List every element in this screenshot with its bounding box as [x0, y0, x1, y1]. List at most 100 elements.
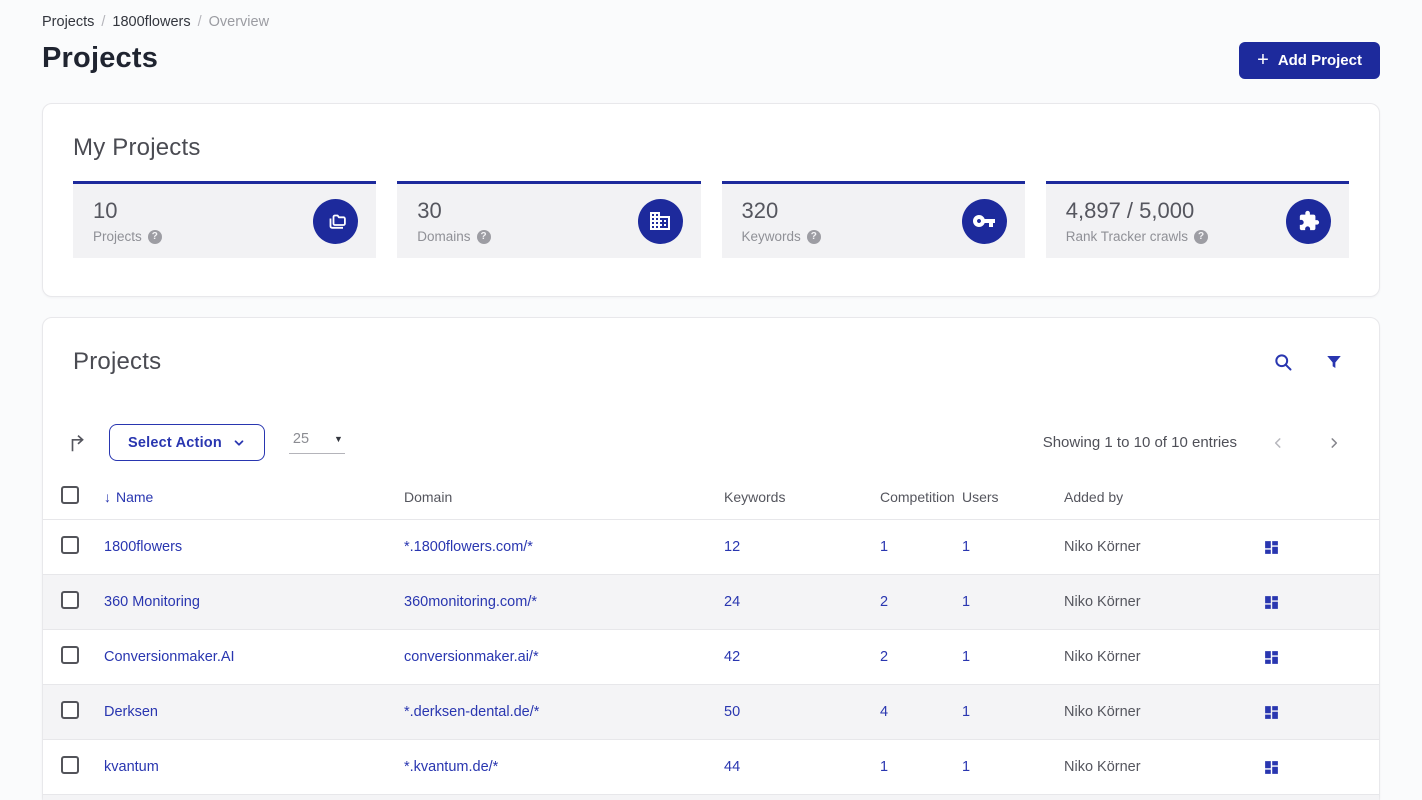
dashboard-icon[interactable] [1263, 759, 1280, 776]
page-title: Projects [42, 42, 159, 74]
stat-value: 320 [741, 198, 779, 223]
breadcrumb-overview: Overview [208, 14, 270, 30]
checkbox-cell [43, 536, 104, 558]
stat-text: 30 Domains ? [417, 198, 491, 244]
dashboard-icon[interactable] [1263, 704, 1280, 721]
stat-value: 30 [417, 198, 442, 223]
added-by-text: Niko Körner [1064, 759, 1141, 775]
stat-value: 4,897 / 5,000 [1065, 198, 1195, 223]
breadcrumb: Projects / 1800flowers / Overview [42, 0, 1380, 30]
page-header: Projects + Add Project [42, 42, 1380, 79]
added-by-text: Niko Körner [1064, 539, 1141, 555]
keywords-count-link[interactable]: 12 [724, 539, 740, 555]
stat-label-text: Rank Tracker crawls [1065, 229, 1189, 244]
column-header-added-by[interactable]: Added by [1064, 489, 1263, 505]
added-by-text: Niko Körner [1064, 649, 1141, 665]
users-count-link[interactable]: 1 [962, 539, 970, 555]
search-icon[interactable] [1273, 352, 1293, 372]
page: Projects / 1800flowers / Overview Projec… [0, 0, 1422, 800]
puzzle-icon [1286, 198, 1331, 244]
competition-count-link[interactable]: 2 [880, 594, 888, 610]
row-checkbox[interactable] [61, 591, 79, 609]
help-icon[interactable]: ? [476, 229, 491, 244]
filter-icon[interactable] [1325, 353, 1343, 371]
page-size-value: 25 [292, 431, 310, 447]
row-checkbox[interactable] [61, 536, 79, 554]
checkbox-cell [43, 756, 104, 778]
competition-count-link[interactable]: 1 [880, 759, 888, 775]
stat-rank-tracker-crawls: 4,897 / 5,000 Rank Tracker crawls ? [1045, 181, 1349, 258]
plus-icon: + [1257, 48, 1269, 71]
table-row: 1800flowers *.1800flowers.com/* 12 1 1 N… [43, 519, 1379, 574]
export-arrow-icon[interactable] [67, 432, 89, 454]
keywords-count-link[interactable]: 42 [724, 649, 740, 665]
stat-label-text: Projects [93, 229, 142, 244]
users-count-link[interactable]: 1 [962, 594, 970, 610]
keywords-count-link[interactable]: 44 [724, 759, 740, 775]
column-header-competition[interactable]: Competition [880, 489, 962, 505]
project-domain-link[interactable]: *.1800flowers.com/* [404, 539, 533, 555]
competition-count-link[interactable]: 4 [880, 704, 888, 720]
added-by-text: Niko Körner [1064, 704, 1141, 720]
projects-panel-title: Projects [73, 348, 162, 375]
row-checkbox[interactable] [61, 646, 79, 664]
add-project-button[interactable]: + Add Project [1239, 42, 1380, 79]
page-size-select[interactable]: 25 ▼ [288, 431, 345, 454]
dashboard-icon[interactable] [1263, 539, 1280, 556]
stat-domains: 30 Domains ? [397, 181, 701, 258]
stat-label: Domains ? [417, 229, 491, 244]
projects-panel-header: Projects [43, 348, 1379, 376]
table-controls: Select Action 25 ▼ Showing 1 to 10 of 10… [43, 424, 1379, 461]
sort-desc-icon: ↓ [104, 488, 111, 505]
project-domain-link[interactable]: *.kvantum.de/* [404, 759, 498, 775]
stat-keywords: 320 Keywords ? [721, 181, 1025, 258]
project-name-link[interactable]: Conversionmaker.AI [104, 649, 235, 665]
project-name-link[interactable]: 1800flowers [104, 539, 182, 555]
stat-label: Projects ? [93, 229, 162, 244]
users-count-link[interactable]: 1 [962, 704, 970, 720]
breadcrumb-projects[interactable]: Projects [42, 14, 94, 30]
checkbox-cell [43, 701, 104, 723]
competition-count-link[interactable]: 1 [880, 539, 888, 555]
column-header-name[interactable]: ↓ Name [104, 489, 404, 505]
help-icon[interactable]: ? [806, 229, 821, 244]
showing-entries-text: Showing 1 to 10 of 10 entries [1042, 434, 1237, 451]
project-name-link[interactable]: kvantum [104, 759, 159, 775]
project-domain-link[interactable]: *.derksen-dental.de/* [404, 704, 539, 720]
add-project-label: Add Project [1277, 52, 1362, 69]
table-row-partial [43, 794, 1379, 800]
project-domain-link[interactable]: 360monitoring.com/* [404, 594, 537, 610]
stat-text: 10 Projects ? [93, 198, 162, 244]
project-name-link[interactable]: Derksen [104, 704, 158, 720]
help-icon[interactable]: ? [147, 229, 162, 244]
row-checkbox[interactable] [61, 756, 79, 774]
folders-icon [313, 198, 359, 244]
help-icon[interactable]: ? [1194, 229, 1209, 244]
project-name-link[interactable]: 360 Monitoring [104, 594, 200, 610]
row-checkbox[interactable] [61, 701, 79, 719]
caret-down-icon: ▼ [334, 434, 343, 444]
select-all-checkbox[interactable] [61, 486, 79, 504]
stat-label-text: Domains [417, 229, 471, 244]
breadcrumb-separator: / [197, 14, 202, 30]
table-row: 360 Monitoring 360monitoring.com/* 24 2 … [43, 574, 1379, 629]
column-header-keywords[interactable]: Keywords [724, 489, 880, 505]
column-header-users[interactable]: Users [962, 489, 1064, 505]
prev-page-icon[interactable] [1269, 434, 1287, 452]
stat-projects: 10 Projects ? [73, 181, 377, 258]
stat-label: Keywords ? [742, 229, 821, 244]
users-count-link[interactable]: 1 [962, 649, 970, 665]
breadcrumb-1800flowers[interactable]: 1800flowers [112, 14, 190, 30]
header-checkbox-cell [43, 486, 104, 507]
next-page-icon[interactable] [1325, 434, 1343, 452]
select-action-dropdown[interactable]: Select Action [109, 424, 265, 461]
dashboard-icon[interactable] [1263, 649, 1280, 666]
keywords-count-link[interactable]: 50 [724, 704, 740, 720]
projects-table: ↓ Name Domain Keywords Competition Users… [43, 474, 1379, 800]
dashboard-icon[interactable] [1263, 594, 1280, 611]
keywords-count-link[interactable]: 24 [724, 594, 740, 610]
column-header-domain[interactable]: Domain [404, 489, 724, 505]
competition-count-link[interactable]: 2 [880, 649, 888, 665]
users-count-link[interactable]: 1 [962, 759, 970, 775]
project-domain-link[interactable]: conversionmaker.ai/* [404, 649, 539, 665]
